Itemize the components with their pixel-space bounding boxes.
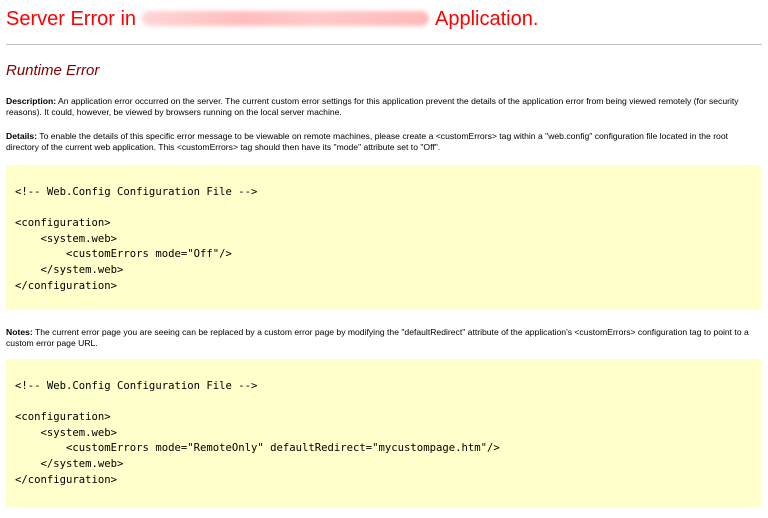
redacted-application-path — [142, 11, 430, 26]
title-prefix: Server Error in — [6, 8, 137, 30]
title-suffix: Application. — [435, 8, 539, 30]
title-divider — [6, 44, 762, 45]
details-text: To enable the details of this specific e… — [6, 131, 728, 152]
description-label: Description: — [6, 96, 57, 106]
error-page: Server Error in Application. Runtime Erro… — [0, 0, 768, 518]
notes-paragraph: Notes: The current error page you are se… — [6, 327, 761, 349]
page-title: Server Error in Application. — [6, 6, 538, 32]
config-code-block-remoteonly: <!-- Web.Config Configuration File --> <… — [6, 359, 761, 507]
code-text: <!-- Web.Config Configuration File --> <… — [15, 380, 500, 486]
code-text: <!-- Web.Config Configuration File --> <… — [15, 186, 258, 292]
notes-label: Notes: — [6, 327, 33, 337]
description-text: An application error occurred on the ser… — [6, 96, 739, 117]
notes-text: The current error page you are seeing ca… — [6, 327, 749, 348]
config-code-block-off: <!-- Web.Config Configuration File --> <… — [6, 165, 761, 310]
description-paragraph: Description: An application error occurr… — [6, 96, 761, 118]
details-label: Details: — [6, 131, 38, 141]
details-paragraph: Details: To enable the details of this s… — [6, 131, 761, 153]
error-heading: Runtime Error — [6, 62, 100, 79]
